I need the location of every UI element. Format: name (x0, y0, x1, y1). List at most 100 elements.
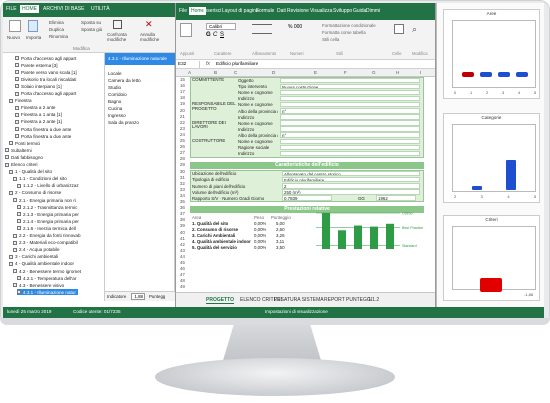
row-number[interactable]: 39 (176, 223, 185, 228)
tree-item[interactable]: 4.2.1 - Temperatura dell'ar (17, 275, 76, 281)
name-box[interactable]: E32 (178, 61, 200, 68)
tab-file[interactable]: File (179, 8, 187, 14)
tree-item[interactable]: 1 - Qualità del sito (9, 169, 52, 175)
tree-item[interactable]: 4.3 - Benessere visivo (13, 282, 64, 288)
project-tree[interactable]: Porta d'accesso agli appart Parete estern… (3, 53, 105, 301)
indicator-value[interactable]: 1,88 (131, 293, 145, 300)
tree-item[interactable]: Parete verso vano scala [1] (15, 69, 77, 75)
form-field-value[interactable] (280, 120, 420, 126)
tree-item[interactable]: 1.1.2 - Livello di urbanizzaz (17, 183, 79, 189)
row-number[interactable]: 48 (176, 278, 185, 283)
tree-item[interactable]: 2.1.2 - Trasmittanza termic (17, 204, 77, 210)
paste-icon[interactable] (180, 23, 192, 37)
row-number[interactable]: 45 (176, 260, 185, 265)
tab-dati[interactable]: Dati (277, 8, 286, 14)
tree-item[interactable]: Dati fabbisogno (5, 154, 43, 160)
tree-item[interactable]: Finestra a 2 ante [1] (15, 119, 62, 125)
tab-layout-di-pagina[interactable]: Layout di pagina (222, 8, 259, 14)
tree-item[interactable]: Subalterni (5, 147, 32, 153)
row-number[interactable]: 36 (176, 205, 185, 210)
tab-inserisci[interactable]: Inserisci (203, 8, 221, 14)
row-number[interactable]: 24 (176, 132, 185, 137)
form-field-value[interactable]: n° (280, 132, 420, 138)
building-value[interactable]: Edificio plurifamiliare (282, 176, 420, 183)
tree-item[interactable]: Finestra a 2 ante (15, 105, 55, 111)
form-field-value[interactable] (280, 77, 420, 83)
row-number[interactable]: 43 (176, 248, 185, 253)
row-number[interactable]: 27 (176, 150, 185, 155)
cells-icon[interactable] (394, 24, 404, 34)
tree-item[interactable]: 2.1 - Energia primaria non ri (13, 197, 76, 203)
tree-item[interactable]: Parete esterna [3] (15, 62, 58, 68)
tree-item[interactable]: Finestra (9, 98, 32, 104)
column-header[interactable]: E (314, 70, 317, 75)
tab-sviluppo[interactable]: Sviluppo (333, 8, 352, 14)
tree-item[interactable]: Divisorio tra locali riscaldati (15, 76, 76, 82)
sheet-tab[interactable]: 1.1.2 (368, 297, 379, 303)
tree-item[interactable]: Porta finestra a due ante (15, 133, 71, 139)
bold-icon[interactable]: G (206, 32, 211, 38)
column-header[interactable]: G (372, 70, 376, 75)
room-item[interactable]: Camera da letto (108, 78, 141, 83)
form-field-value[interactable] (280, 101, 420, 108)
room-item[interactable]: Locale (108, 71, 122, 76)
column-header[interactable]: C (234, 70, 237, 75)
row-number[interactable]: 23 (176, 126, 185, 131)
form-field-value[interactable] (280, 114, 420, 120)
row-number[interactable]: 47 (176, 272, 185, 277)
row-number[interactable]: 42 (176, 242, 185, 247)
building-value[interactable]: Allontanato dal centro storico (282, 170, 420, 177)
column-header[interactable]: D (272, 70, 275, 75)
tree-item[interactable]: 2.3 - Materiali eco-compatibil (13, 240, 78, 246)
tree-item[interactable]: 2.1.4 - Energia primaria per (17, 218, 79, 224)
column-header[interactable]: A (188, 70, 191, 75)
form-field-value[interactable] (280, 89, 420, 96)
format-as-table-button[interactable]: Formatta come tabella (322, 30, 366, 35)
tree-item[interactable]: Finestra a 1 anta [1] (15, 112, 62, 118)
row-number[interactable]: 16 (176, 83, 185, 88)
row-number[interactable]: 17 (176, 89, 185, 94)
tree-item[interactable]: 3 - Carichi ambientali (9, 254, 58, 260)
sheet-tab[interactable]: REPORT PUNTEGGI (324, 297, 372, 303)
room-item[interactable]: Sala da pranzo (108, 120, 139, 125)
row-number[interactable]: 35 (176, 199, 185, 204)
tab-formule[interactable]: Formule (256, 8, 274, 14)
cancel-button[interactable]: Annulla modifiche (140, 32, 168, 42)
row-number[interactable]: 20 (176, 108, 185, 113)
tab-utilita[interactable]: UTILITÀ (91, 6, 110, 12)
formula-input[interactable]: Edificio plurifamiliare (216, 61, 258, 66)
tab-dimmi[interactable]: Dimmi (366, 8, 380, 14)
column-header[interactable]: B (214, 70, 217, 75)
room-item[interactable]: Bagno (108, 99, 121, 104)
delete-button[interactable]: Elimina (49, 20, 64, 25)
tree-item[interactable]: 4.3.1 - Illuminazione natur (17, 289, 78, 296)
building-extra-value[interactable]: 1962 (376, 195, 416, 201)
row-number[interactable]: 18 (176, 95, 185, 100)
row-number[interactable]: 40 (176, 230, 185, 235)
row-number[interactable]: 21 (176, 114, 185, 119)
rename-button[interactable]: Rinomina (49, 34, 68, 39)
room-item[interactable]: Corridoio (108, 92, 127, 97)
align-icon[interactable] (252, 24, 272, 34)
worksheet-grid[interactable]: 15 16 17 18 19 20 21 22 23 24 25 26 27 28 29 30 31 32 33 34… (176, 77, 435, 292)
tree-item[interactable]: 2 - Consumo di risorse (9, 190, 61, 196)
form-field-value[interactable] (280, 95, 420, 102)
column-header[interactable]: H (396, 70, 399, 75)
tree-item[interactable]: 1.1 - Condizioni del sito (13, 176, 67, 182)
tree-item[interactable]: 4 - Qualità ambientale indoor (9, 261, 74, 267)
tab-file[interactable]: FILE (6, 6, 17, 12)
move-down-button[interactable]: Sposta giù (81, 27, 102, 32)
conditional-format-button[interactable]: Formattazione condizionale (322, 23, 376, 28)
tree-item[interactable]: Elenco criteri (5, 162, 38, 168)
form-field-value[interactable] (280, 126, 420, 132)
row-number[interactable]: 30 (176, 169, 185, 174)
row-number[interactable]: 41 (176, 236, 185, 241)
row-number[interactable]: 49 (176, 284, 185, 289)
tree-item[interactable]: Porta finestra a due ante (15, 126, 71, 132)
form-field-value[interactable] (280, 144, 420, 151)
tree-item[interactable]: Porta d'accesso agli appart (15, 55, 76, 61)
compare-button[interactable]: Confronta modifiche (107, 32, 133, 42)
form-field-value[interactable] (280, 138, 420, 144)
room-item[interactable]: Cucina (108, 106, 122, 111)
tab-guida[interactable]: Guida (353, 8, 366, 14)
